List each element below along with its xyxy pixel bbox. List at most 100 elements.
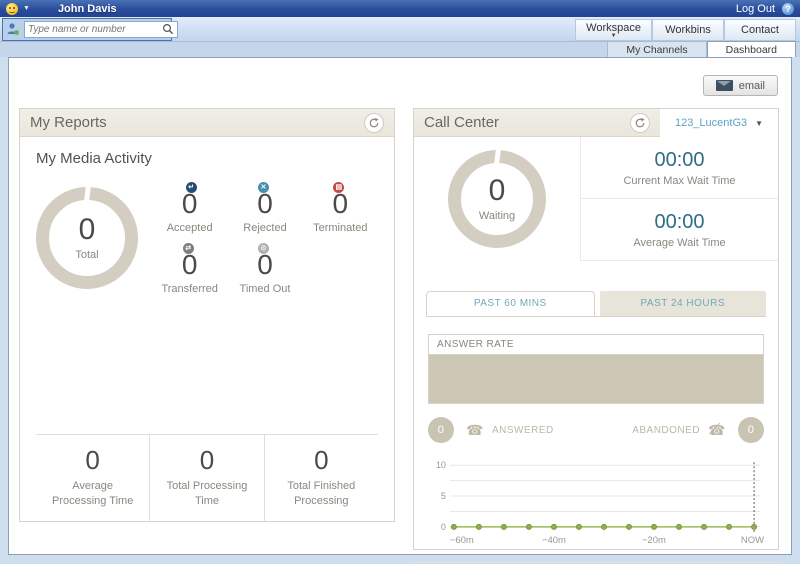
transferred-badge-icon: ⇄ [183, 243, 194, 254]
total-finished-label: Total Finished Processing [278, 479, 364, 509]
accepted-badge-icon: ↵ [186, 182, 197, 193]
answer-rate-label: ANSWER RATE [429, 335, 763, 355]
current-max-wait-label: Current Max Wait Time [581, 175, 778, 187]
team-communicator [2, 18, 172, 41]
total-label: Total [75, 249, 98, 261]
waiting-label: Waiting [479, 210, 515, 222]
answer-rate-widget: ANSWER RATE [428, 334, 764, 404]
dashboard-panel: email My Reports My Media Activity [8, 57, 792, 555]
logged-in-user: John Davis [58, 3, 117, 15]
tab-past-24-hours[interactable]: PAST 24 HOURS [600, 291, 767, 316]
accepted-label: Accepted [152, 222, 227, 234]
total-donut-chart: 0 Total [36, 187, 138, 289]
wait-times-panel: 00:00 Current Max Wait Time 00:00 Averag… [580, 137, 778, 261]
queue-caret-icon: ▼ [755, 119, 763, 128]
answered-label: ANSWERED [492, 425, 554, 436]
call-center-card: Call Center 123_LucentG3 ▼ 0 [413, 108, 779, 550]
terminated-badge-icon: ▤ [333, 182, 344, 193]
terminated-value: 0 [303, 189, 378, 220]
tab-past-60-mins[interactable]: PAST 60 MINS [426, 291, 595, 316]
workbins-button[interactable]: Workbins [652, 19, 724, 41]
refresh-icon[interactable] [630, 113, 650, 133]
average-wait-value: 00:00 [581, 211, 778, 234]
total-finished-cell: 0 Total Finished Processing [264, 435, 378, 521]
answer-rate-bar [429, 355, 763, 403]
svg-text:−20m: −20m [642, 535, 666, 546]
waiting-donut-chart: 0 Waiting [448, 150, 546, 248]
total-processing-cell: 0 Total Processing Time [149, 435, 263, 521]
timedout-value: 0 [227, 250, 302, 281]
stat-rejected: ✕ 0 Rejected [227, 189, 302, 234]
window-titlebar: ▼ John Davis Log Out ? [0, 0, 800, 17]
stat-accepted: ↵ 0 Accepted [152, 189, 227, 234]
answered-phone-icon: ☎ [466, 422, 484, 439]
my-reports-card: My Reports My Media Activity 0 Total [19, 108, 395, 522]
rejected-value: 0 [227, 189, 302, 220]
stat-timedout: ⊙ 0 Timed Out [227, 250, 302, 295]
media-activity-title: My Media Activity [36, 150, 378, 167]
waiting-value: 0 [489, 176, 506, 206]
total-processing-value: 0 [154, 445, 259, 476]
refresh-icon[interactable] [364, 113, 384, 133]
rejected-badge-icon: ✕ [258, 182, 269, 193]
queue-selector[interactable]: 123_LucentG3 ▼ [660, 109, 778, 137]
view-tabstrip: My Channels Dashboard [0, 42, 800, 57]
svg-text:0: 0 [441, 522, 446, 532]
email-envelope-icon [716, 80, 733, 91]
contact-button[interactable]: Contact [724, 19, 796, 41]
contact-button-label: Contact [741, 24, 779, 36]
total-processing-label: Total Processing Time [164, 479, 250, 509]
transferred-value: 0 [152, 250, 227, 281]
my-reports-header: My Reports [20, 109, 394, 137]
main-nav-buttons: Workspace ▼ Workbins Contact [575, 19, 796, 41]
average-wait-label: Average Wait Time [581, 237, 778, 249]
app-menu-smiley-icon[interactable] [6, 3, 18, 15]
email-button-label: email [739, 80, 765, 92]
terminated-label: Terminated [303, 222, 378, 234]
timedout-badge-icon: ⊙ [258, 243, 269, 254]
avg-processing-value: 0 [40, 445, 145, 476]
svg-text:10: 10 [436, 460, 446, 470]
accepted-value: 0 [152, 189, 227, 220]
stat-transferred: ⇄ 0 Transferred [152, 250, 227, 295]
workspace-caret-icon: ▼ [611, 34, 617, 38]
search-input[interactable] [28, 24, 162, 35]
call-center-header-bar: Call Center [414, 109, 660, 137]
stat-terminated: ▤ 0 Terminated [303, 189, 378, 234]
abandoned-label: ABANDONED [632, 425, 700, 436]
current-max-wait: 00:00 Current Max Wait Time [581, 137, 778, 198]
queue-name: 123_LucentG3 [675, 117, 747, 129]
answered-count-badge: 0 [428, 417, 454, 443]
abandoned-phone-icon: ☎ [708, 422, 726, 439]
answered-abandoned-row: 0 ☎ ANSWERED ABANDONED ☎ 0 [428, 417, 764, 443]
tab-dashboard[interactable]: Dashboard [707, 41, 796, 57]
total-finished-value: 0 [269, 445, 374, 476]
my-reports-title: My Reports [30, 114, 107, 131]
tab-my-channels-label: My Channels [626, 44, 687, 56]
processing-stats-row: 0 Average Processing Time 0 Total Proces… [36, 434, 378, 521]
tab-past-24-hours-label: PAST 24 HOURS [641, 298, 726, 309]
my-reports-header-bar: My Reports [20, 109, 394, 137]
rejected-label: Rejected [227, 222, 302, 234]
workspace-button[interactable]: Workspace ▼ [575, 19, 652, 41]
avg-processing-cell: 0 Average Processing Time [36, 435, 149, 521]
calls-line-chart: 0510−60m−40m−20mNOW [428, 457, 764, 556]
current-max-wait-value: 00:00 [581, 149, 778, 172]
app-menu-caret-icon[interactable]: ▼ [23, 5, 30, 12]
average-wait: 00:00 Average Wait Time [581, 198, 778, 261]
transferred-label: Transferred [152, 283, 227, 295]
svg-text:5: 5 [441, 491, 446, 501]
search-field-frame [24, 21, 178, 38]
svg-text:−60m: −60m [450, 535, 474, 546]
call-center-header: Call Center 123_LucentG3 ▼ [414, 109, 778, 137]
abandoned-count-badge: 0 [738, 417, 764, 443]
time-range-tabs: PAST 60 MINS PAST 24 HOURS [426, 291, 766, 317]
call-center-title: Call Center [424, 114, 499, 131]
avg-processing-label: Average Processing Time [50, 479, 136, 509]
email-channel-button[interactable]: email [703, 75, 778, 96]
tab-dashboard-label: Dashboard [726, 44, 777, 56]
help-icon[interactable]: ? [782, 3, 794, 15]
logout-button[interactable]: Log Out [736, 3, 775, 15]
search-icon[interactable] [162, 23, 174, 35]
tab-my-channels[interactable]: My Channels [607, 41, 706, 57]
